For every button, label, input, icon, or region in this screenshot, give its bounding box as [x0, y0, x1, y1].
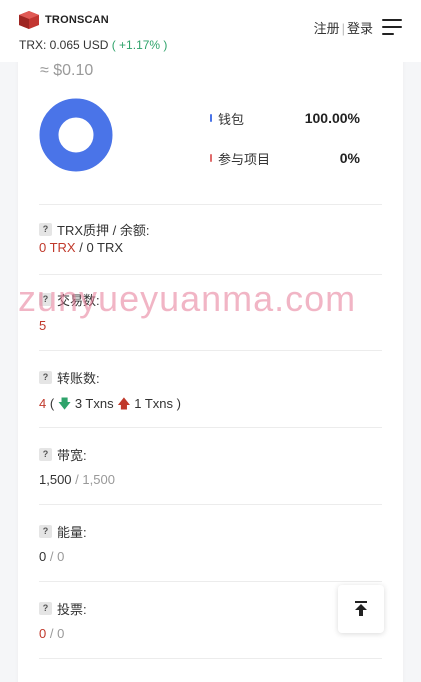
legend-project: 参与项目 0%: [210, 148, 360, 168]
energy-label: ? 能量:: [39, 522, 87, 541]
arrow-down-icon: 🡇: [57, 396, 72, 411]
transfers-open-paren: (: [49, 396, 55, 411]
arrow-up-icon: 🡅: [117, 396, 131, 411]
register-link[interactable]: 注册: [314, 21, 340, 36]
transfers-out: 1 Txns: [134, 396, 174, 411]
divider: [39, 658, 382, 659]
transfers-value: 4 ( 🡇 3 Txns 🡅 1 Txns ): [39, 395, 181, 417]
trx-price-value: TRX: 0.065 USD: [19, 38, 109, 52]
usd-value: ≈ $0.10: [40, 62, 94, 79]
votes-value: 0 / 0: [39, 626, 64, 641]
question-icon[interactable]: ?: [39, 525, 52, 538]
tronscan-logo-icon: [19, 11, 39, 29]
votes-separator: /: [46, 626, 58, 641]
energy-total: 0: [57, 549, 65, 564]
question-icon[interactable]: ?: [39, 371, 52, 384]
energy-label-text: 能量:: [57, 525, 87, 540]
transfers-label: ? 转账数:: [39, 368, 100, 387]
back-to-top-icon: [355, 601, 367, 616]
question-icon[interactable]: ?: [39, 448, 52, 461]
trx-price-change: ( +1.17% ): [111, 38, 168, 52]
divider: [39, 581, 382, 582]
legend-wallet-label: 钱包: [218, 111, 245, 127]
transactions-value[interactable]: 5: [39, 318, 46, 333]
bandwidth-label: ? 带宽:: [39, 445, 87, 464]
hamburger-menu-icon[interactable]: [382, 19, 402, 35]
bandwidth-label-text: 带宽:: [57, 448, 87, 463]
logo[interactable]: TRONSCAN: [18, 10, 109, 30]
divider: [39, 274, 382, 275]
stake-label: ? TRX质押 / 余额:: [39, 220, 149, 239]
transfers-in: 3 Txns: [74, 396, 114, 411]
legend-wallet-value: 100.00%: [304, 110, 360, 126]
back-to-top-button[interactable]: [338, 585, 384, 633]
brand-name: TRONSCAN: [45, 14, 109, 26]
transfers-close-paren: ): [176, 396, 181, 411]
legend-project-label: 参与项目: [218, 151, 271, 167]
balance-amount: 0 TRX: [86, 240, 124, 255]
header: TRONSCAN TRX: 0.065 USD ( +1.17% ) 注册 | 登录: [0, 0, 421, 62]
question-icon[interactable]: ?: [39, 602, 52, 615]
divider: [39, 504, 382, 505]
legend-wallet-swatch: [210, 114, 212, 122]
votes-total: 0: [57, 626, 65, 641]
stake-separator: /: [75, 240, 87, 255]
transfers-label-text: 转账数:: [57, 371, 100, 386]
legend-project-value: 0%: [339, 150, 360, 166]
bandwidth-used: 1,500: [39, 472, 72, 487]
divider: [39, 427, 382, 428]
energy-value: 0 / 0: [39, 549, 64, 564]
legend-wallet: 钱包 100.00%: [210, 108, 360, 128]
question-icon[interactable]: ?: [39, 223, 52, 236]
auth-separator: |: [341, 21, 345, 36]
legend-project-swatch: [210, 154, 212, 162]
asset-donut-chart: [39, 98, 113, 172]
trx-price: TRX: 0.065 USD ( +1.17% ): [19, 38, 167, 52]
donut-slice-wallet: [39, 98, 113, 172]
question-icon[interactable]: ?: [39, 293, 52, 306]
bandwidth-total: 1,500: [82, 472, 115, 487]
stake-value: 0 TRX / 0 TRX: [39, 240, 123, 255]
votes-label: ? 投票:: [39, 599, 87, 618]
login-link[interactable]: 登录: [347, 21, 373, 36]
bandwidth-value: 1,500 / 1,500: [39, 472, 115, 487]
stake-amount[interactable]: 0 TRX: [39, 240, 76, 255]
transfers-count[interactable]: 4: [39, 396, 46, 411]
stake-label-text: TRX质押 / 余额:: [57, 223, 150, 238]
transactions-label: ? 交易数:: [39, 290, 100, 309]
votes-label-text: 投票:: [57, 602, 87, 617]
divider: [39, 204, 382, 205]
energy-separator: /: [46, 549, 58, 564]
transactions-label-text: 交易数:: [57, 293, 100, 308]
auth-links: 注册 | 登录: [314, 18, 373, 37]
bandwidth-separator: /: [71, 472, 83, 487]
divider: [39, 350, 382, 351]
